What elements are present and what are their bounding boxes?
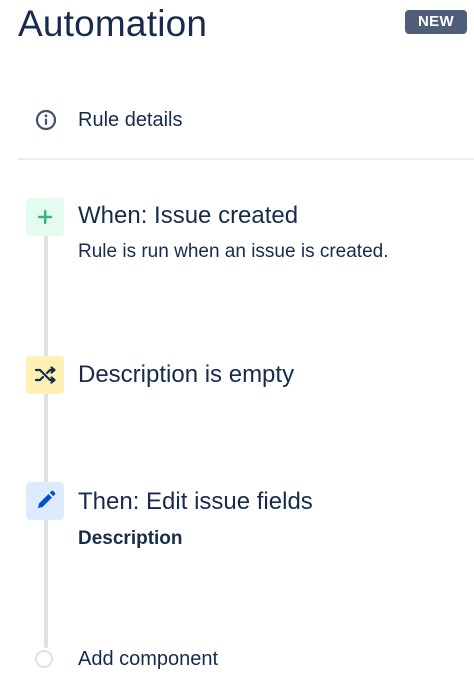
new-badge: NEW <box>405 10 467 34</box>
step-action-title: Then: Edit issue fields <box>78 488 313 515</box>
timeline-line <box>44 218 48 648</box>
pencil-icon <box>26 482 64 520</box>
step-trigger-description: Rule is run when an issue is created. <box>78 241 389 262</box>
add-component-button[interactable]: Add component <box>0 642 474 678</box>
page-title: Automation <box>18 3 208 44</box>
divider <box>18 158 474 160</box>
rule-details-link[interactable]: Rule details <box>0 100 474 144</box>
step-condition[interactable]: Description is empty <box>0 356 474 396</box>
empty-circle-icon <box>35 650 53 668</box>
info-icon <box>35 109 57 131</box>
step-action-description: Description <box>78 528 183 549</box>
step-action[interactable]: Then: Edit issue fields Description <box>0 480 474 556</box>
shuffle-icon <box>26 356 64 394</box>
rule-details-label: Rule details <box>78 109 183 131</box>
step-trigger[interactable]: When: Issue created Rule is run when an … <box>0 196 474 272</box>
plus-icon <box>26 198 64 236</box>
step-trigger-title: When: Issue created <box>78 202 299 229</box>
step-condition-title: Description is empty <box>78 361 295 388</box>
add-component-label: Add component <box>78 648 219 670</box>
